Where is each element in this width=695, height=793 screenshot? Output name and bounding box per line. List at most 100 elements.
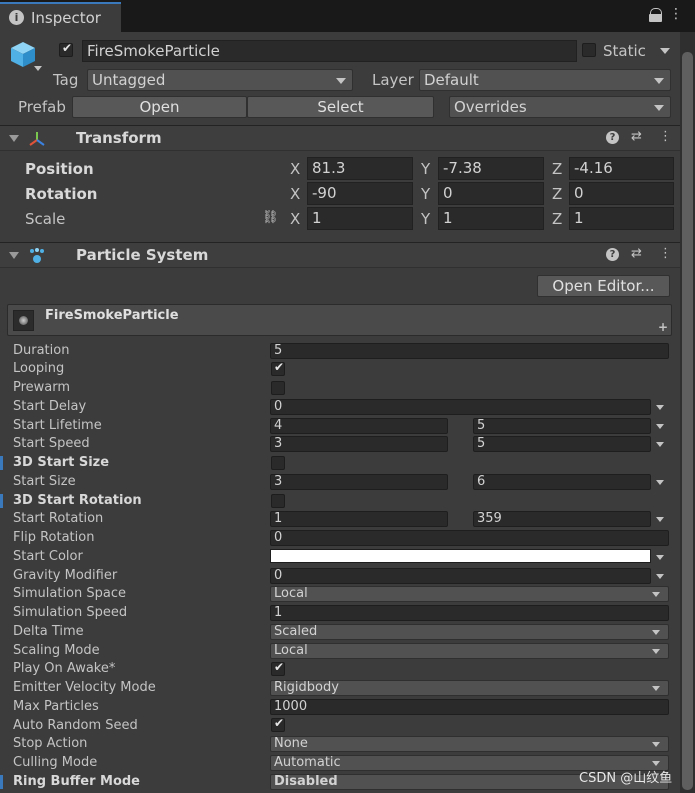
scale-y-input[interactable]: 1: [438, 207, 544, 230]
prefab-overrides-dropdown[interactable]: Overrides: [449, 96, 671, 118]
overrides-label: Overrides: [454, 98, 527, 116]
auto-random-seed-checkbox[interactable]: ✔: [271, 716, 285, 732]
open-editor-button[interactable]: Open Editor...: [537, 275, 670, 297]
prewarm-label: Prewarm: [13, 380, 71, 395]
help-icon[interactable]: ?: [606, 131, 619, 144]
unlinked-scale-icon[interactable]: ⛓: [262, 210, 279, 225]
start-size-min-input[interactable]: 3: [270, 474, 448, 490]
start-lifetime-min-input[interactable]: 4: [270, 418, 448, 434]
start-rotation-max-input[interactable]: 359: [473, 511, 651, 527]
scale-z-input[interactable]: 1: [569, 207, 674, 230]
gravity-modifier-input[interactable]: 0: [270, 568, 651, 584]
curve-mode-dropdown-icon[interactable]: [656, 424, 664, 429]
scrollbar-thumb[interactable]: [682, 52, 693, 790]
rotation-y-input[interactable]: 0: [438, 182, 544, 205]
rotation-y-label[interactable]: Y: [421, 185, 430, 203]
main-module-header[interactable]: FireSmokeParticle +: [7, 304, 672, 336]
stop-action-dropdown[interactable]: None: [270, 736, 669, 752]
ring-buffer-mode-label: Ring Buffer Mode: [13, 774, 140, 789]
scale-x-input[interactable]: 1: [307, 207, 413, 230]
particle-system-header[interactable]: Particle System ? ⇄ ⋮: [0, 242, 680, 268]
object-name-input[interactable]: FireSmokeParticle: [82, 40, 577, 62]
start-speed-min-input[interactable]: 3: [270, 436, 448, 452]
play-on-awake-label: Play On Awake*: [13, 661, 116, 676]
start-size-label: Start Size: [13, 474, 76, 489]
simulation-speed-input[interactable]: 1: [270, 605, 669, 621]
layer-dropdown[interactable]: Default: [419, 69, 671, 91]
presets-sliders-icon[interactable]: ⇄: [631, 129, 642, 144]
chevron-down-icon: [336, 78, 346, 84]
start-speed-max-input[interactable]: 5: [473, 436, 651, 452]
transform-header[interactable]: Transform ? ⇄ ⋮: [0, 125, 680, 151]
scale-x-label[interactable]: X: [290, 210, 300, 228]
static-checkbox[interactable]: [582, 43, 596, 57]
duration-input[interactable]: 5: [270, 343, 669, 359]
component-menu-icon[interactable]: ⋮: [659, 129, 672, 144]
position-x-label[interactable]: X: [290, 160, 300, 178]
position-z-label[interactable]: Z: [552, 160, 562, 178]
curve-mode-dropdown-icon[interactable]: [656, 442, 664, 447]
start-color-swatch[interactable]: [270, 549, 651, 563]
layer-label: Layer: [372, 71, 414, 89]
chevron-down-icon: [652, 649, 660, 654]
flip-rotation-input[interactable]: 0: [270, 530, 669, 546]
rotation-x-input[interactable]: -90: [307, 182, 413, 205]
chevron-down-icon: [652, 761, 660, 766]
position-y-input[interactable]: -7.38: [438, 157, 544, 180]
menu-kebab-icon[interactable]: ⋮: [669, 6, 683, 22]
emitter-velocity-mode-dropdown[interactable]: Rigidbody: [270, 680, 669, 696]
start-rotation-3d-checkbox[interactable]: [271, 494, 285, 508]
start-rotation-label: Start Rotation: [13, 511, 104, 526]
start-lifetime-max-input[interactable]: 5: [473, 418, 651, 434]
info-icon: i: [9, 10, 24, 25]
simulation-space-value: Local: [274, 586, 308, 601]
active-checkbox[interactable]: ✔: [59, 41, 73, 57]
curve-mode-dropdown-icon[interactable]: [656, 405, 664, 410]
layer-value: Default: [424, 71, 479, 89]
scaling-mode-label: Scaling Mode: [13, 643, 100, 658]
position-y-label[interactable]: Y: [421, 160, 430, 178]
icon-dropdown-arrow-icon[interactable]: [34, 66, 42, 71]
position-x-input[interactable]: 81.3: [307, 157, 413, 180]
scale-z-label[interactable]: Z: [552, 210, 562, 228]
position-label: Position: [25, 160, 94, 178]
scaling-mode-dropdown[interactable]: Local: [270, 643, 669, 659]
checkmark-icon: ✔: [274, 360, 285, 374]
simulation-space-dropdown[interactable]: Local: [270, 586, 669, 602]
curve-mode-dropdown-icon[interactable]: [656, 480, 664, 485]
prewarm-checkbox[interactable]: [271, 381, 285, 395]
watermark: CSDN @山纹鱼: [579, 771, 673, 786]
position-z-input[interactable]: -4.16: [569, 157, 674, 180]
prefab-select-button[interactable]: Select: [247, 96, 434, 118]
help-icon[interactable]: ?: [606, 248, 619, 261]
play-on-awake-checkbox[interactable]: ✔: [271, 660, 285, 676]
presets-sliders-icon[interactable]: ⇄: [631, 246, 642, 261]
foldout-arrow-icon[interactable]: [9, 135, 19, 142]
curve-mode-dropdown-icon[interactable]: [656, 517, 664, 522]
add-plus-icon[interactable]: +: [658, 320, 668, 334]
rotation-x-label[interactable]: X: [290, 185, 300, 203]
prefab-open-button[interactable]: Open: [72, 96, 247, 118]
curve-mode-dropdown-icon[interactable]: [656, 574, 664, 579]
foldout-arrow-icon[interactable]: [9, 252, 19, 259]
tag-dropdown[interactable]: Untagged: [87, 69, 353, 91]
scale-y-label[interactable]: Y: [421, 210, 430, 228]
color-mode-dropdown-icon[interactable]: [656, 555, 664, 560]
flip-rotation-label: Flip Rotation: [13, 530, 95, 545]
start-rotation-min-input[interactable]: 1: [270, 511, 448, 527]
start-size-3d-checkbox[interactable]: [271, 456, 285, 470]
component-menu-icon[interactable]: ⋮: [659, 246, 672, 261]
chevron-down-icon: [652, 686, 660, 691]
rotation-z-input[interactable]: 0: [569, 182, 674, 205]
static-dropdown-arrow-icon[interactable]: [660, 48, 670, 54]
delta-time-dropdown[interactable]: Scaled: [270, 624, 669, 640]
start-size-max-input[interactable]: 6: [473, 474, 651, 490]
rotation-z-label[interactable]: Z: [552, 185, 562, 203]
checkmark-icon: ✔: [274, 660, 285, 674]
particle-preview-icon: [13, 310, 34, 331]
looping-checkbox[interactable]: ✔: [271, 360, 285, 376]
tab-inspector[interactable]: i Inspector: [0, 2, 121, 32]
start-delay-input[interactable]: 0: [270, 399, 651, 415]
max-particles-input[interactable]: 1000: [270, 699, 669, 715]
start-size-3d-label: 3D Start Size: [13, 455, 110, 470]
